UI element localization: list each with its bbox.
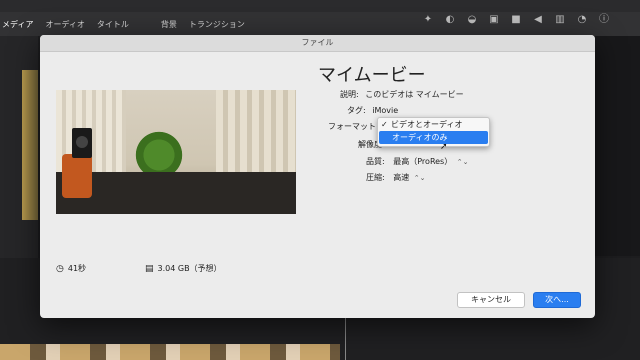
- duration-value: 41秒: [67, 264, 87, 273]
- preview-chair: [62, 154, 92, 198]
- mouse-cursor-icon: ➚: [440, 142, 448, 152]
- clip-thumbnail[interactable]: [22, 70, 38, 220]
- file-icon: ▤: [145, 263, 154, 274]
- description-row: 説明: このビデオは マイムービー: [340, 89, 464, 100]
- stabilization-icon[interactable]: ■: [510, 14, 522, 26]
- compress-value: 高速: [393, 173, 410, 182]
- viewer-edge: [594, 36, 640, 256]
- tag-row: タグ: iMovie: [347, 105, 398, 116]
- format-option-video-audio[interactable]: ✓ ビデオとオーディオ: [378, 118, 489, 131]
- chevron-updown-icon: ⌃⌄: [456, 158, 469, 166]
- filesize-info: ▤ 3.04 GB（予想）: [145, 263, 222, 274]
- clock-icon: ◷: [56, 263, 64, 274]
- quality-label: 品質:: [366, 157, 385, 166]
- dialog-title: ファイル: [40, 35, 595, 52]
- chevron-updown-icon: ⌃⌄: [413, 174, 426, 182]
- crop-icon[interactable]: ▣: [488, 14, 500, 26]
- format-label: フォーマット: [328, 122, 376, 131]
- color-balance-icon[interactable]: ◐: [444, 14, 456, 26]
- cancel-button[interactable]: キャンセル: [457, 292, 525, 308]
- project-title[interactable]: マイムービー: [318, 61, 426, 87]
- magic-wand-icon[interactable]: ✦: [422, 14, 434, 26]
- description-field[interactable]: このビデオは マイムービー: [365, 90, 463, 99]
- quality-row: 品質: 最高（ProRes） ⌃⌄: [366, 156, 469, 167]
- info-icon[interactable]: ⓘ: [598, 14, 610, 26]
- noise-reduction-icon[interactable]: ▥: [554, 14, 566, 26]
- compress-label: 圧縮:: [366, 173, 385, 182]
- tag-field[interactable]: iMovie: [372, 106, 398, 115]
- tag-label: タグ:: [347, 106, 366, 115]
- menu-bar: [0, 0, 640, 12]
- duration-info: ◷ 41秒: [56, 263, 86, 274]
- tab-audio[interactable]: オーディオ: [45, 19, 84, 30]
- format-option-audio-only[interactable]: オーディオのみ: [379, 131, 488, 144]
- checkmark-icon: ✓: [381, 120, 388, 129]
- speed-icon[interactable]: ◔: [576, 14, 588, 26]
- next-button[interactable]: 次へ...: [533, 292, 581, 308]
- color-correction-icon[interactable]: ◒: [466, 14, 478, 26]
- tab-transitions[interactable]: トランジション: [189, 19, 245, 30]
- description-label: 説明:: [340, 90, 359, 99]
- tab-titles[interactable]: タイトル: [97, 19, 129, 30]
- tab-backgrounds[interactable]: 背景: [161, 19, 177, 30]
- timeline-clip[interactable]: [0, 344, 340, 360]
- adjustment-toolbar: ✦ ◐ ◒ ▣ ■ ◀ ▥ ◔ ⓘ: [422, 14, 610, 26]
- quality-value: 最高（ProRes）: [393, 157, 453, 166]
- tab-media[interactable]: メディア: [2, 19, 33, 30]
- filesize-value: 3.04 GB（予想）: [157, 264, 222, 273]
- volume-icon[interactable]: ◀: [532, 14, 544, 26]
- preview-speaker: [72, 128, 92, 158]
- format-dropdown-menu: ✓ ビデオとオーディオ オーディオのみ: [377, 117, 490, 147]
- video-preview-thumbnail: [56, 90, 296, 214]
- export-dialog: ファイル マイムービー 説明: このビデオは マイムービー タグ: iMovie…: [40, 35, 595, 318]
- preview-desk: [56, 172, 296, 214]
- compress-row: 圧縮: 高速 ⌃⌄: [366, 172, 426, 183]
- quality-select[interactable]: 最高（ProRes） ⌃⌄: [393, 157, 468, 166]
- compress-select[interactable]: 高速 ⌃⌄: [393, 173, 425, 182]
